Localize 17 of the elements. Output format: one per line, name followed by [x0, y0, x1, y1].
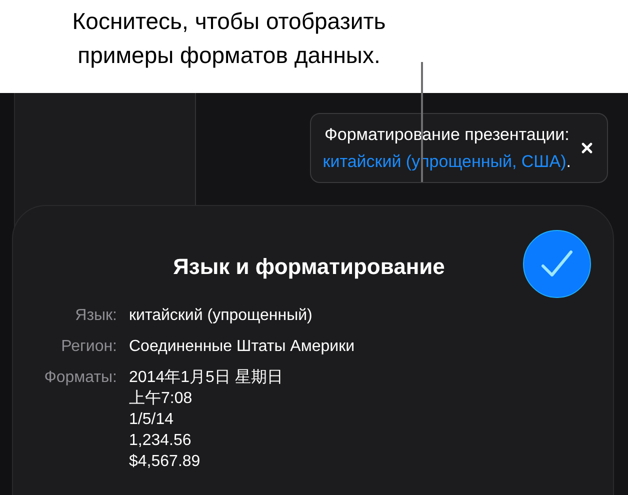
callout-text: примеры форматов данных.: [78, 41, 380, 70]
banner-text: Форматирование презентации: китайский (упрощенный, США).: [322, 124, 571, 173]
field-value: 2014年1月5日 星期日: [129, 368, 283, 388]
card-title: Язык и форматирование: [173, 252, 446, 281]
field-label: Регион:: [60, 337, 117, 357]
callout-text: Коснитесь, чтобы отобразить: [72, 7, 386, 36]
checkmark-icon: [541, 250, 573, 278]
field-value: 1,234.56: [129, 431, 192, 451]
field-label: Форматы:: [43, 368, 117, 388]
field-value: китайский (упрощенный): [129, 306, 312, 326]
field-value: 1/5/14: [129, 410, 174, 430]
field-value: 上午7:08: [129, 388, 194, 409]
field-value: $4,567.89: [129, 452, 202, 472]
language-link[interactable]: китайский (упрощенный, США): [322, 152, 566, 171]
field-value: Соединенные Штаты Америки: [129, 337, 354, 357]
field-label: Язык:: [74, 306, 117, 326]
close-icon[interactable]: [581, 142, 593, 154]
